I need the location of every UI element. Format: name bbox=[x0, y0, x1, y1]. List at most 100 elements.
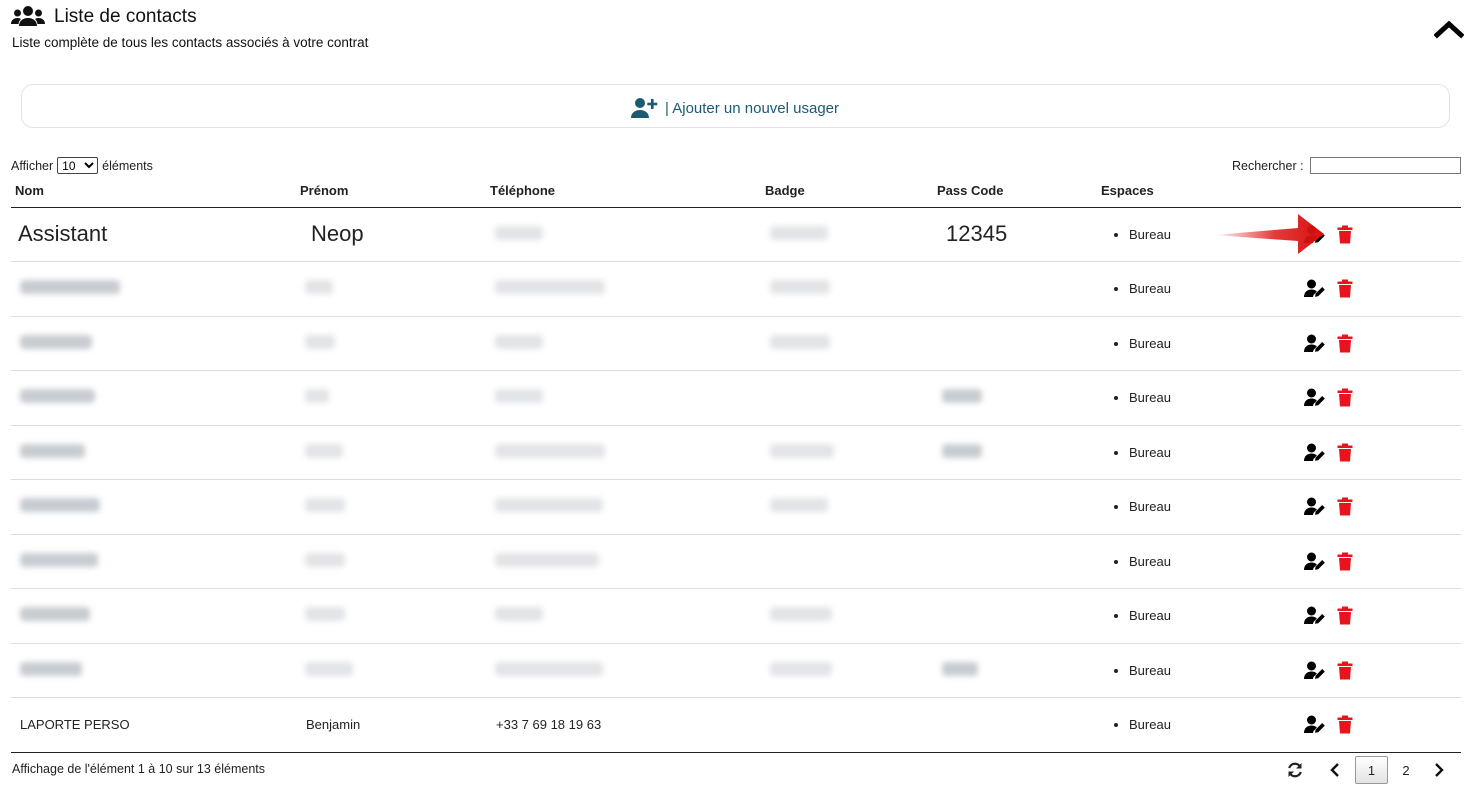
delete-user-button[interactable] bbox=[1334, 497, 1356, 517]
cell-badge bbox=[761, 262, 933, 317]
next-page-button[interactable] bbox=[1424, 756, 1454, 784]
delete-user-button[interactable] bbox=[1334, 715, 1356, 735]
cell-espaces: Bureau bbox=[1097, 480, 1461, 535]
trash-icon bbox=[1337, 388, 1353, 407]
edit-user-button[interactable] bbox=[1304, 606, 1326, 626]
cell-badge bbox=[761, 698, 933, 753]
edit-user-button[interactable] bbox=[1304, 333, 1326, 353]
column-header-telephone[interactable]: Téléphone bbox=[486, 178, 761, 207]
search-input[interactable] bbox=[1309, 157, 1461, 174]
trash-icon bbox=[1337, 606, 1353, 625]
delete-user-button[interactable] bbox=[1334, 606, 1356, 626]
edit-user-button[interactable] bbox=[1304, 442, 1326, 462]
column-header-espaces[interactable]: Espaces bbox=[1097, 178, 1461, 207]
column-header-pass-code[interactable]: Pass Code bbox=[933, 178, 1097, 207]
table-row: Bureau bbox=[11, 589, 1461, 644]
cell-espaces: Bureau bbox=[1097, 589, 1461, 644]
espace-item: Bureau bbox=[1129, 663, 1189, 678]
cell-badge bbox=[761, 207, 933, 262]
cell-badge bbox=[761, 534, 933, 589]
cell-telephone bbox=[486, 643, 761, 698]
espace-item: Bureau bbox=[1129, 227, 1189, 242]
annotation-arrow bbox=[1214, 214, 1324, 254]
cell-pass-code bbox=[933, 371, 1097, 426]
cell-telephone bbox=[486, 589, 761, 644]
delete-user-button[interactable] bbox=[1334, 660, 1356, 680]
delete-user-button[interactable] bbox=[1334, 551, 1356, 571]
page-title: Liste de contacts bbox=[54, 6, 197, 27]
trash-icon bbox=[1337, 225, 1353, 244]
contacts-table: Nom Prénom Téléphone Badge Pass Code Esp… bbox=[11, 178, 1461, 753]
espace-item: Bureau bbox=[1129, 608, 1189, 623]
cell-telephone bbox=[486, 316, 761, 371]
row-actions bbox=[1189, 442, 1356, 462]
cell-badge bbox=[761, 425, 933, 480]
cell-espaces: Bureau bbox=[1097, 534, 1461, 589]
row-actions bbox=[1189, 279, 1356, 299]
trash-icon bbox=[1337, 552, 1353, 571]
user-edit-icon bbox=[1304, 388, 1325, 407]
cell-pass-code bbox=[933, 425, 1097, 480]
user-edit-icon bbox=[1304, 715, 1325, 734]
delete-user-button[interactable] bbox=[1334, 279, 1356, 299]
delete-user-button[interactable] bbox=[1334, 442, 1356, 462]
cell-prenom bbox=[296, 425, 486, 480]
row-actions bbox=[1189, 660, 1356, 680]
page-length-select[interactable]: 10 25 50 100 bbox=[57, 157, 99, 174]
column-header-badge[interactable]: Badge bbox=[761, 178, 933, 207]
cell-badge bbox=[761, 316, 933, 371]
cell-badge bbox=[761, 643, 933, 698]
edit-user-button[interactable] bbox=[1304, 279, 1326, 299]
delete-user-button[interactable] bbox=[1334, 333, 1356, 353]
cell-prenom: Benjamin bbox=[306, 717, 361, 733]
page-button-1[interactable]: 1 bbox=[1355, 756, 1388, 784]
previous-page-button[interactable] bbox=[1320, 756, 1350, 784]
espace-item: Bureau bbox=[1129, 717, 1189, 732]
table-row: Bureau bbox=[11, 480, 1461, 535]
trash-icon bbox=[1337, 497, 1353, 516]
cell-prenom bbox=[296, 589, 486, 644]
cell-telephone bbox=[486, 207, 761, 262]
cell-pass-code bbox=[933, 643, 1097, 698]
trash-icon bbox=[1337, 443, 1353, 462]
delete-user-button[interactable] bbox=[1334, 224, 1356, 244]
cell-nom bbox=[11, 480, 296, 535]
user-edit-icon bbox=[1304, 661, 1325, 679]
edit-user-button[interactable] bbox=[1304, 715, 1326, 735]
cell-telephone bbox=[486, 371, 761, 426]
page-button-2[interactable]: 2 bbox=[1391, 756, 1421, 784]
cell-badge bbox=[761, 589, 933, 644]
cell-nom bbox=[11, 316, 296, 371]
users-icon bbox=[11, 6, 45, 26]
chevron-up-icon[interactable] bbox=[1434, 18, 1464, 40]
cell-pass-code bbox=[933, 262, 1097, 317]
cell-espaces: Bureau bbox=[1097, 643, 1461, 698]
refresh-button[interactable] bbox=[1280, 756, 1310, 784]
add-user-button[interactable]: | Ajouter un nouvel usager bbox=[631, 95, 839, 121]
search-label: Rechercher : bbox=[1232, 158, 1304, 173]
user-edit-icon bbox=[1304, 552, 1325, 570]
cell-nom bbox=[11, 534, 296, 589]
cell-prenom bbox=[296, 371, 486, 426]
table-info: Affichage de l'élément 1 à 10 sur 13 élé… bbox=[12, 762, 266, 776]
cell-prenom bbox=[296, 643, 486, 698]
row-actions bbox=[1189, 715, 1356, 735]
cell-badge bbox=[761, 371, 933, 426]
table-row: Bureau bbox=[11, 643, 1461, 698]
edit-user-button[interactable] bbox=[1304, 551, 1326, 571]
column-header-prenom[interactable]: Prénom bbox=[296, 178, 486, 207]
table-row: Bureau bbox=[11, 316, 1461, 371]
column-header-nom[interactable]: Nom bbox=[11, 178, 296, 207]
edit-user-button[interactable] bbox=[1304, 388, 1326, 408]
cell-telephone bbox=[486, 534, 761, 589]
edit-user-button[interactable] bbox=[1304, 660, 1326, 680]
refresh-icon bbox=[1288, 762, 1302, 778]
search-control: Rechercher : bbox=[1232, 157, 1461, 174]
trash-icon bbox=[1337, 715, 1353, 734]
row-actions bbox=[1189, 497, 1356, 517]
cell-espaces: Bureau bbox=[1097, 425, 1461, 480]
cell-nom bbox=[11, 425, 296, 480]
edit-user-button[interactable] bbox=[1304, 497, 1326, 517]
cell-espaces: Bureau bbox=[1097, 371, 1461, 426]
delete-user-button[interactable] bbox=[1334, 388, 1356, 408]
